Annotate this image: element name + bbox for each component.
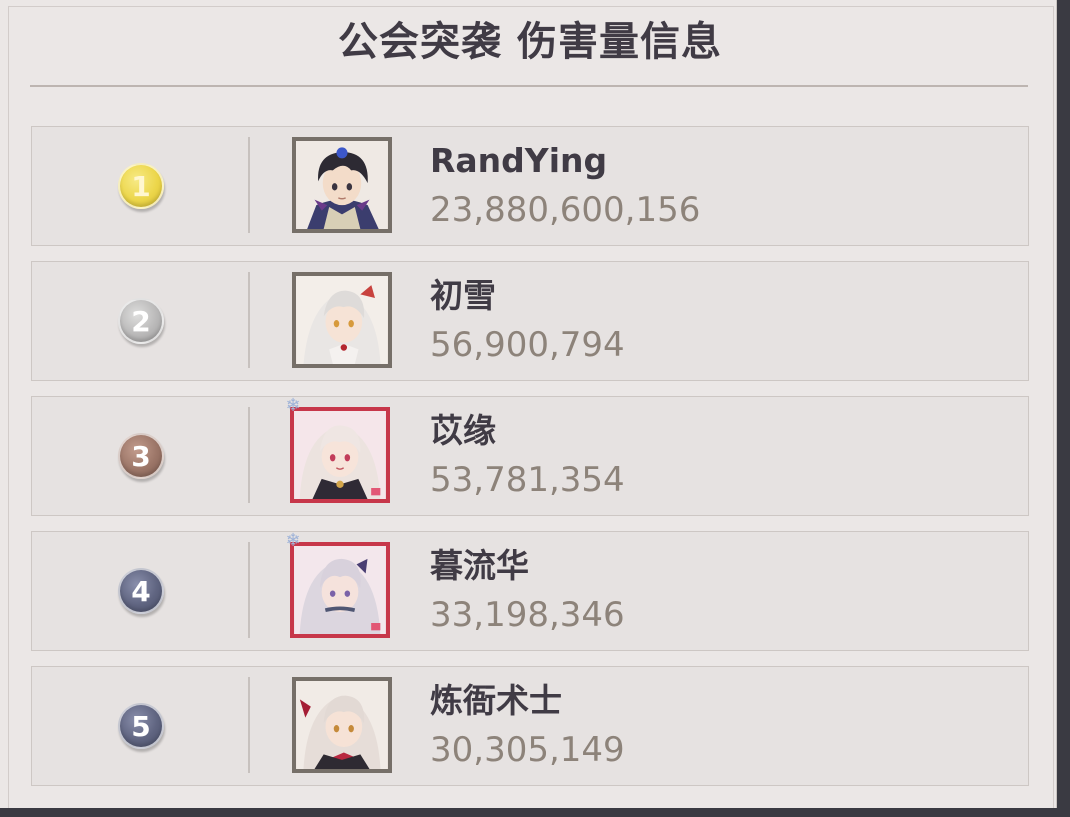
player-avatar-icon[interactable]	[292, 137, 392, 233]
damage-value: 56,900,794	[430, 325, 625, 365]
guild-raid-damage-panel: 公会突袭 伤害量信息 1 RandYing 23,880,600,156 2 初…	[0, 0, 1057, 808]
anime-girl-silver-hair-avatar-icon	[294, 546, 386, 634]
player-avatar-icon[interactable]	[292, 677, 392, 773]
crystal-tag-icon: ❄	[285, 530, 301, 551]
player-avatar-icon[interactable]	[290, 407, 390, 503]
player-name: 暮流华	[430, 546, 529, 585]
player-avatar-icon[interactable]	[292, 272, 392, 368]
damage-value: 33,198,346	[430, 595, 625, 635]
rank-5-badge: 5	[118, 703, 164, 749]
row-divider	[248, 137, 250, 233]
crystal-tag-icon: ❄	[285, 395, 301, 416]
row-divider	[248, 542, 250, 638]
rank-4-badge: 4	[118, 568, 164, 614]
bottom-edge	[0, 808, 1070, 817]
ranking-row-3[interactable]: 3 ❄ 苡缘 53,781,354	[31, 395, 1029, 516]
ranking-row-1[interactable]: 1 RandYing 23,880,600,156	[31, 126, 1029, 246]
title-divider	[30, 85, 1028, 87]
player-avatar-icon[interactable]	[290, 542, 390, 638]
page-title: 公会突袭 伤害量信息	[338, 19, 722, 65]
ranking-row-2[interactable]: 2 初雪 56,900,794	[31, 261, 1029, 381]
anime-boy-dark-hair-avatar-icon	[296, 141, 388, 229]
anime-girl-pink-frame-avatar-icon	[294, 411, 386, 499]
row-divider	[248, 272, 250, 368]
player-name: 苡缘	[430, 411, 496, 450]
player-name: RandYing	[430, 141, 608, 180]
rank-2-badge: 2	[118, 298, 164, 344]
ranking-row-4[interactable]: 4 ❄ 暮流华 33,198,346	[31, 530, 1029, 651]
player-name: 炼衙术士	[430, 681, 562, 720]
damage-value: 30,305,149	[430, 730, 625, 770]
player-name: 初雪	[430, 276, 496, 315]
rank-1-badge: 1	[118, 163, 164, 209]
rank-3-badge: 3	[118, 433, 164, 479]
damage-value: 53,781,354	[430, 460, 625, 500]
anime-girl-white-hair-avatar-icon	[296, 276, 388, 364]
ranking-row-5[interactable]: 5 炼衙术士 30,305,149	[31, 666, 1029, 786]
anime-girl-red-bow-avatar-icon	[296, 681, 388, 769]
row-divider	[248, 677, 250, 773]
ranking-list[interactable]: 1 RandYing 23,880,600,156 2 初雪 56,900,79…	[31, 126, 1029, 801]
row-divider	[248, 407, 250, 503]
damage-value: 23,880,600,156	[430, 190, 701, 230]
